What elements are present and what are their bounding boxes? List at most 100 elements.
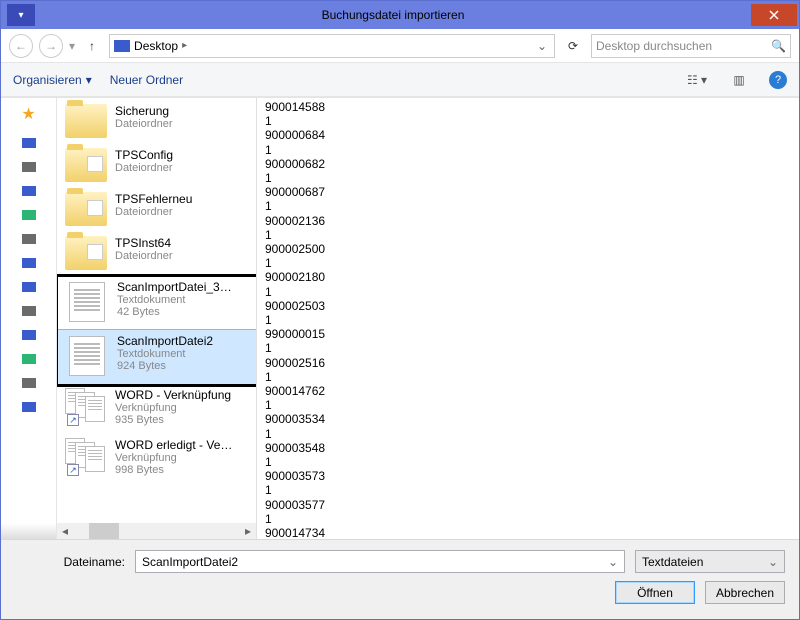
sidebar-icon[interactable] [22, 402, 36, 412]
preview-line: 1 [265, 199, 791, 213]
file-item[interactable]: ScanImportDatei2Textdokument924 Bytes [57, 329, 257, 385]
filename-input[interactable]: ScanImportDatei2 ⌄ [135, 550, 625, 573]
desktop-icon [114, 40, 130, 52]
preview-line: 900003548 [265, 441, 791, 455]
file-item[interactable]: ↗WORD erledigt - Verkn…Verknüpfung998 By… [57, 434, 256, 484]
window-title: Buchungsdatei importieren [35, 8, 751, 22]
close-button[interactable] [751, 4, 797, 26]
file-item[interactable]: ScanImportDatei_3_A…Textdokument42 Bytes [57, 276, 256, 330]
search-input[interactable]: Desktop durchsuchen 🔍 [591, 34, 791, 58]
new-folder-button[interactable]: Neuer Ordner [110, 73, 183, 87]
sidebar-icon[interactable] [22, 378, 36, 388]
preview-line: 900000682 [265, 157, 791, 171]
app-icon: ▾ [7, 4, 35, 26]
preview-line: 1 [265, 228, 791, 242]
preview-line: 900002503 [265, 299, 791, 313]
folder-icon [65, 104, 107, 138]
sidebar-icon[interactable] [22, 186, 36, 196]
file-size: 998 Bytes [115, 464, 235, 476]
preview-line: 900000687 [265, 185, 791, 199]
horizontal-scrollbar[interactable]: ◂ ▸ [57, 523, 256, 539]
chevron-down-icon: ▾ [86, 73, 92, 87]
view-options-button[interactable]: ☷ ▾ [685, 69, 709, 91]
sidebar-icon[interactable] [22, 306, 36, 316]
file-item[interactable]: TPSInst64Dateiordner [57, 232, 256, 276]
file-size: 924 Bytes [117, 360, 213, 372]
file-name: Sicherung [115, 104, 172, 118]
text-file-icon [69, 336, 105, 376]
preview-line: 1 [265, 171, 791, 185]
preview-line: 1 [265, 313, 791, 327]
sidebar-icon[interactable] [22, 138, 36, 148]
breadcrumb-location: Desktop [134, 39, 178, 53]
file-item[interactable]: ↗ WORD - VerknüpfungVerknüpfung935 Bytes [57, 384, 256, 434]
preview-pane-button[interactable]: ▥ [727, 69, 751, 91]
back-button[interactable]: ← [9, 34, 33, 58]
file-type: Verknüpfung [115, 402, 231, 414]
file-size: 42 Bytes [117, 306, 237, 318]
sidebar-icon[interactable] [22, 210, 36, 220]
file-item[interactable]: SicherungDateiordner [57, 100, 256, 144]
preview-line: 1 [265, 427, 791, 441]
preview-line: 1 [265, 370, 791, 384]
up-button[interactable]: ↑ [81, 35, 103, 57]
favorites-icon[interactable]: ★ [21, 104, 35, 124]
file-name: TPSConfig [115, 148, 173, 162]
organize-menu[interactable]: Organisieren▾ [13, 73, 92, 87]
sidebar-icon[interactable] [22, 258, 36, 268]
preview-line: 1 [265, 341, 791, 355]
preview-line: 990000015 [265, 327, 791, 341]
refresh-button[interactable]: ⟳ [561, 34, 585, 58]
file-item[interactable]: TPSFehlerneuDateiordner [57, 188, 256, 232]
folder-icon [65, 192, 107, 226]
file-type: Dateiordner [115, 206, 192, 218]
folder-icon [65, 236, 107, 270]
preview-line: 900000684 [265, 128, 791, 142]
file-type: Dateiordner [115, 162, 173, 174]
preview-line: 1 [265, 114, 791, 128]
chevron-right-icon: ▸ [182, 40, 187, 51]
file-size: 935 Bytes [115, 414, 231, 426]
text-file-icon [69, 282, 105, 322]
chevron-down-icon[interactable]: ⌄ [768, 555, 778, 569]
chevron-down-icon[interactable]: ⌄ [608, 555, 618, 569]
forward-button[interactable]: → [39, 34, 63, 58]
shortcut-icon: ↗ [65, 388, 107, 428]
sidebar-icon[interactable] [22, 162, 36, 172]
preview-line: 900002136 [265, 214, 791, 228]
sidebar-icon[interactable] [22, 234, 36, 244]
preview-line: 900002180 [265, 270, 791, 284]
breadcrumb[interactable]: Desktop ▸ ⌄ [109, 34, 555, 58]
sidebar-icon[interactable] [22, 282, 36, 292]
file-name: WORD - Verknüpfung [115, 388, 231, 402]
cancel-button[interactable]: Abbrechen [705, 581, 785, 604]
file-type: Textdokument [117, 348, 213, 360]
file-type: Dateiordner [115, 250, 172, 262]
file-list[interactable]: SicherungDateiordnerTPSConfigDateiordner… [57, 98, 257, 539]
file-item[interactable]: TPSConfigDateiordner [57, 144, 256, 188]
folder-icon [65, 148, 107, 182]
preview-line: 900003573 [265, 469, 791, 483]
preview-line: 900003577 [265, 498, 791, 512]
breadcrumb-dropdown[interactable]: ⌄ [534, 39, 550, 53]
scroll-left-icon[interactable]: ◂ [57, 523, 73, 539]
preview-line: 1 [265, 483, 791, 497]
help-button[interactable]: ? [769, 71, 787, 89]
preview-line: 1 [265, 143, 791, 157]
preview-line: 900002500 [265, 242, 791, 256]
preview-line: 1 [265, 398, 791, 412]
scroll-right-icon[interactable]: ▸ [240, 523, 256, 539]
file-type: Verknüpfung [115, 452, 235, 464]
sidebar-icon[interactable] [22, 330, 36, 340]
preview-line: 900014588 [265, 100, 791, 114]
file-type-filter[interactable]: Textdateien ⌄ [635, 550, 785, 573]
search-icon: 🔍 [771, 39, 786, 53]
open-button[interactable]: Öffnen [615, 581, 695, 604]
preview-line: 1 [265, 256, 791, 270]
scroll-thumb[interactable] [89, 523, 119, 539]
sidebar-icon[interactable] [22, 354, 36, 364]
preview-line: 900014762 [265, 384, 791, 398]
file-type: Textdokument [117, 294, 237, 306]
file-name: TPSFehlerneu [115, 192, 192, 206]
file-name: TPSInst64 [115, 236, 172, 250]
